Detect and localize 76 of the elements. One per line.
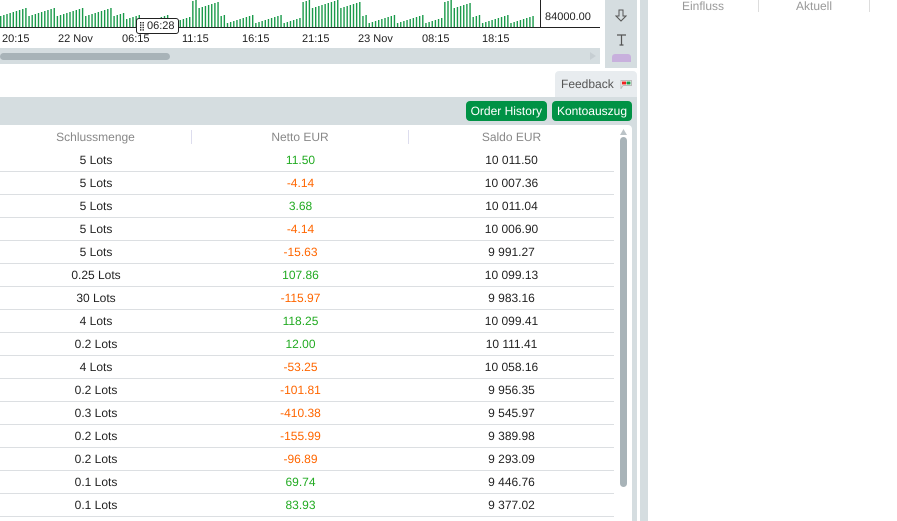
action-button[interactable]: Kontoauszug [552,101,632,121]
table-cell-text: -53.25 [282,360,319,374]
table-cell-text: 9 377.02 [487,498,536,512]
table-cell-text: -4.14 [286,222,316,236]
time-axis-label: 11:15 [182,33,209,45]
time-axis-label: 18:15 [482,33,510,45]
table-cell-text: 9 956.35 [487,383,536,397]
table-cell-text: 5 Lots [78,199,114,213]
speech-bubble-icon [620,80,632,88]
table-cell-text: -101.81 [279,383,322,397]
time-axis-label: 06:15 [122,33,150,45]
table-cell-text: 9 545.97 [487,406,536,420]
scroll-up-icon[interactable] [620,129,626,135]
table-cell-text: 5 Lots [78,245,114,259]
table-cell-text: 10 099.13 [484,268,540,282]
table-cell-text: 10 058.16 [484,360,540,374]
action-button[interactable]: Order History [466,101,547,121]
table-cell-text: -155.99 [279,429,322,443]
column-header: Einfluss [648,0,759,12]
text-tool-icon[interactable] [616,34,626,46]
table-cell-text: 5 Lots [78,153,114,167]
table-cell-text: 9 389.98 [487,429,536,443]
table-cell-text: 3.68 [288,199,314,213]
table-cell-text: -410.38 [279,406,322,420]
price-label: 84000.00 [544,11,591,25]
table-cell-text: 5 Lots [78,176,114,190]
table-cell-text: 0.2 Lots [74,383,118,397]
table-cell-text: 9 293.09 [487,452,536,466]
crosshair-time-label[interactable]: 06:28 [136,18,179,34]
table-cell-text: 10 099.41 [484,314,540,328]
table-cell-text: 69.74 [284,475,317,489]
table-cell-text: 0.25 Lots [70,268,122,282]
table-cell-text: 10 011.50 [484,153,539,167]
column-header: Netto EUR [192,130,409,144]
table-cell-text: 0.2 Lots [74,429,118,443]
table-cell-text: 0.1 Lots [74,498,118,512]
table-cell-text: 118.25 [282,314,320,328]
table-cell-text: 107.86 [281,268,320,282]
table-cell-text: 0.3 Lots [74,406,118,420]
table-cell-text: 0.2 Lots [74,337,118,351]
table-cell-text: 9 983.16 [487,291,536,305]
time-axis-label: 22 Nov [58,33,93,45]
table-cell-text: 83.93 [284,498,317,512]
time-axis-label: 20:15 [2,33,30,45]
table-cell-text: 0.2 Lots [74,452,118,466]
table-cell-text: 4 Lots [78,360,114,374]
table-cell-text: 12.00 [284,337,317,351]
grip-icon [140,22,144,30]
color-swatch[interactable] [612,54,630,62]
table-cell-text: 10 011.04 [484,199,539,213]
table-cell-text: -15.63 [282,245,319,259]
table-cell-text: 10 111.41 [484,337,538,351]
table-cell-text: 10 006.90 [484,222,540,236]
feedback-tab[interactable]: Feedback [555,71,637,97]
time-axis-label: 08:15 [422,33,450,45]
table-cell-text: 30 Lots [75,291,117,305]
time-axis-label: 16:15 [242,33,270,45]
table-cell-text: -115.97 [280,291,322,305]
table-cell-text: 4 Lots [78,314,114,328]
table-cell-text: 0.1 Lots [74,475,118,489]
time-axis-label: 23 Nov [358,33,393,45]
column-header: Schlussmenge [0,130,192,144]
table-cell-text: -96.89 [282,452,319,466]
arrow-down-icon[interactable] [615,9,627,23]
column-header: Saldo EUR [480,130,542,144]
table-cell-text: 9 991.27 [487,245,536,259]
table-cell-text: -4.14 [286,176,316,190]
table-cell-text: 11.50 [284,153,316,167]
panel-splitter[interactable] [640,0,648,521]
table-cell-text: 9 446.76 [487,475,536,489]
vertical-scrollbar-thumb[interactable] [620,137,626,487]
time-axis-label: 21:15 [302,33,330,45]
table-cell-text: 5 Lots [78,222,114,236]
horizontal-scrollbar[interactable] [0,48,600,64]
column-header: Aktuell [759,0,870,12]
table-cell-text: 10 007.36 [484,176,540,190]
